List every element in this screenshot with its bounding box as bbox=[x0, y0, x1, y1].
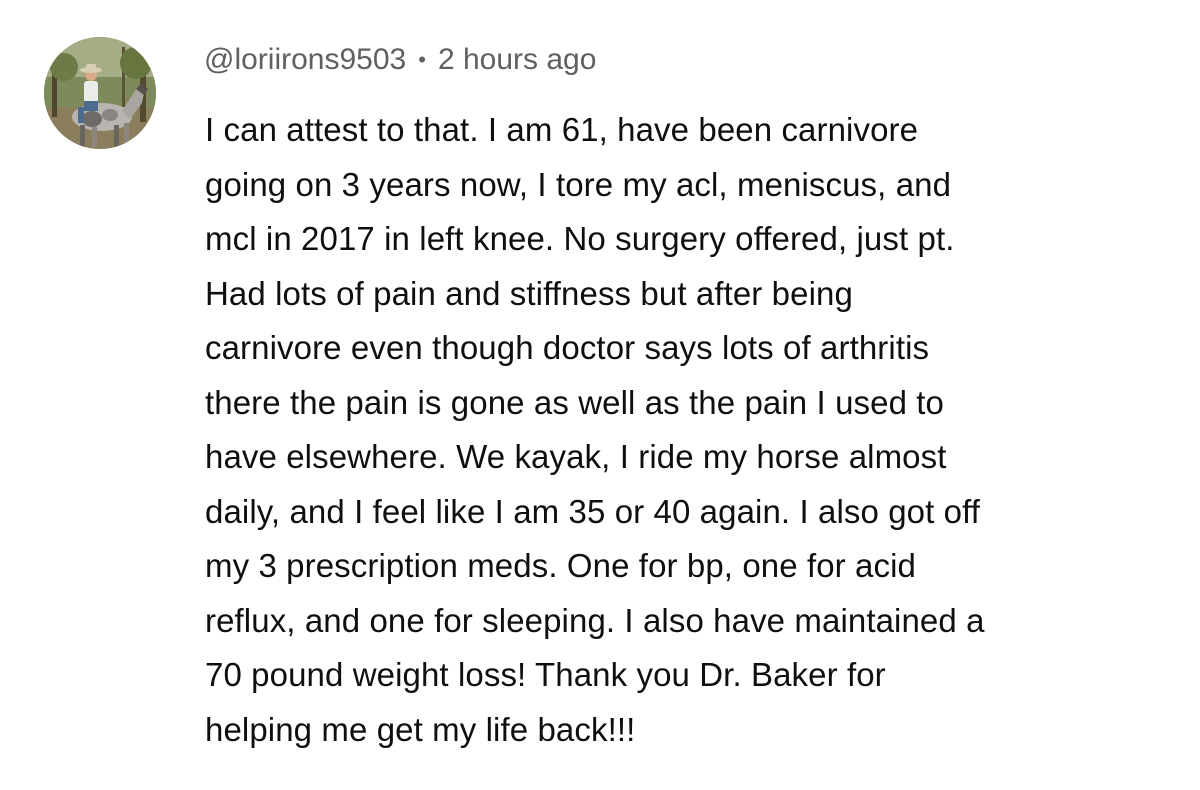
comment-line: there the pain is gone as well as the pa… bbox=[205, 383, 945, 421]
comment-timestamp[interactable]: 2 hours ago bbox=[438, 43, 596, 77]
comment: @loriirons9503 • 2 hours ago I can attes… bbox=[0, 0, 1200, 790]
comment-line: helping me get my life back!!! bbox=[205, 710, 636, 748]
meta-separator: • bbox=[418, 47, 426, 72]
comment-line: carnivore even though doctor says lots o… bbox=[205, 329, 930, 366]
avatar[interactable] bbox=[44, 37, 156, 149]
comment-author[interactable]: @loriirons9503 bbox=[204, 43, 406, 77]
comment-line: daily, and I feel like I am 35 or 40 aga… bbox=[205, 492, 981, 530]
comment-line: have elsewhere. We kayak, I ride my hors… bbox=[205, 438, 947, 475]
comment-line: my 3 prescription meds. One for bp, one … bbox=[205, 547, 916, 584]
comment-line: reflux, and one for sleeping. I also hav… bbox=[205, 601, 985, 639]
comment-text: I can attest to that. I am 61, have been… bbox=[205, 103, 1170, 757]
comment-line: going on 3 years now, I tore my acl, men… bbox=[205, 165, 952, 203]
comment-meta: @loriirons9503 • 2 hours ago bbox=[204, 40, 596, 80]
comment-line: 70 pound weight loss! Thank you Dr. Bake… bbox=[205, 656, 886, 693]
comment-line: mcl in 2017 in left knee. No surgery off… bbox=[205, 220, 955, 257]
comment-line: Had lots of pain and stiffness but after… bbox=[205, 274, 853, 312]
profile-photo-rider-on-horse-icon bbox=[44, 37, 156, 149]
comment-line: I can attest to that. I am 61, have been… bbox=[205, 111, 919, 148]
